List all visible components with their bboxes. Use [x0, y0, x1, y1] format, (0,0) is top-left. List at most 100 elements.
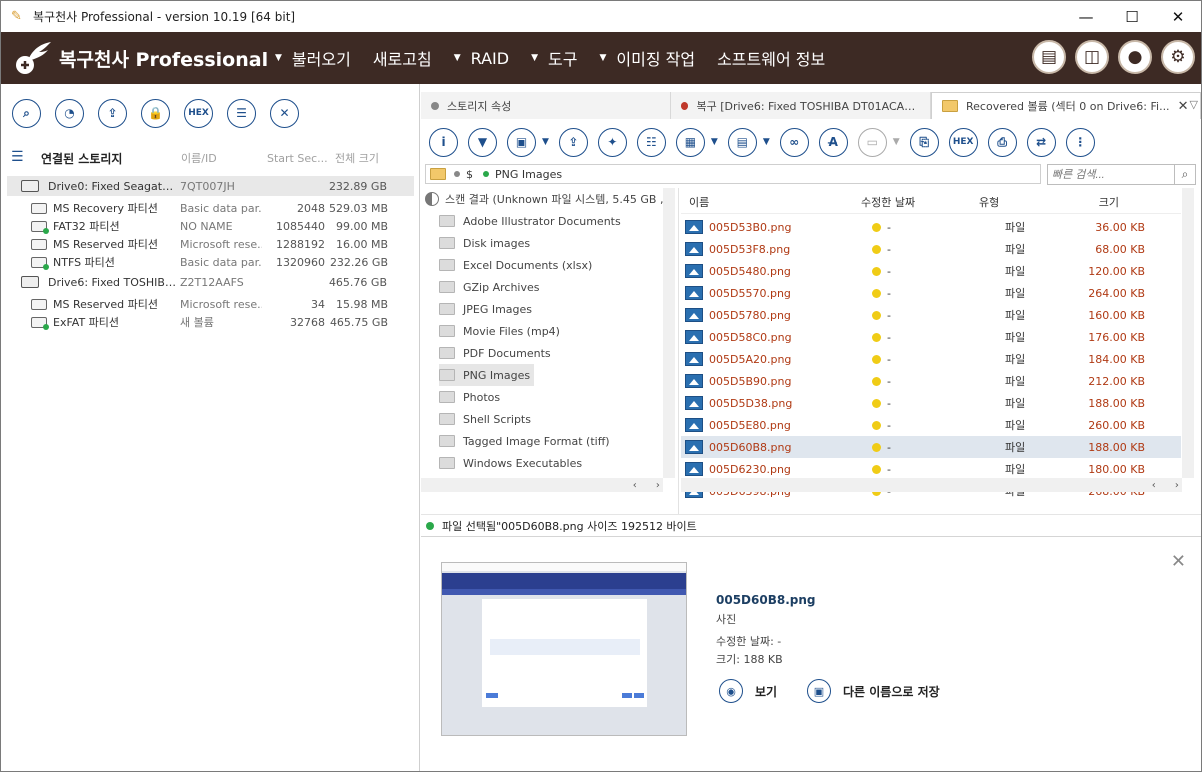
maximize-button[interactable]: ☐	[1109, 1, 1155, 32]
view-button[interactable]: ◉ 보기	[719, 679, 777, 703]
menu-item[interactable]: 소프트웨어 정보	[717, 46, 825, 70]
file-row[interactable]: 005D5A20.png - 파일 184.00 KB	[681, 348, 1181, 370]
layout-button[interactable]: ▤	[727, 127, 757, 157]
search-icon[interactable]: ⌕	[1175, 164, 1196, 185]
drive-row[interactable]: Drive0: Fixed Seagate B... 7QT007JH 232.89…	[7, 176, 414, 196]
menu-item[interactable]: ▼ 불러오기	[275, 46, 351, 70]
preview-dropdown-icon[interactable]: ▼	[893, 137, 900, 147]
license-icon[interactable]: ▤	[1032, 40, 1066, 74]
col-modified[interactable]: 수정한 날짜	[861, 194, 979, 210]
panel-icon[interactable]: ◫	[1075, 40, 1109, 74]
tab-0[interactable]: 스토리지 속성	[421, 92, 671, 119]
col-size[interactable]: 크기	[1039, 194, 1119, 210]
lock-button[interactable]: 🔒	[141, 98, 170, 128]
move-button[interactable]: ⇄	[1026, 127, 1056, 157]
file-row[interactable]: 005D5780.png - 파일 160.00 KB	[681, 304, 1181, 326]
filter-button[interactable]: ▼	[468, 127, 497, 157]
folder-hscroll[interactable]: ‹ ›	[421, 478, 663, 492]
scan-results-root[interactable]: 스캔 결과 (Unknown 파일 시스템, 5.45 GB ,	[425, 188, 663, 210]
tree-button[interactable]: ⋮	[1065, 127, 1095, 157]
preview-thumbnail[interactable]	[441, 562, 687, 736]
save-to-button[interactable]: ⇪	[558, 127, 588, 157]
folder-item[interactable]: Photos	[439, 386, 500, 408]
print-button[interactable]: ⎙	[987, 127, 1017, 157]
col-start-sector[interactable]: Start Sec...	[267, 152, 335, 165]
col-name[interactable]: 이름	[681, 194, 839, 210]
layout-dropdown-icon[interactable]: ▼	[763, 137, 770, 147]
info-button[interactable]: i	[429, 127, 458, 157]
settings-icon[interactable]: ⚙	[1161, 40, 1195, 74]
drive-row[interactable]: Drive6: Fixed TOSHIBA ... Z2T12AAFS 465.76…	[7, 272, 414, 292]
save-dropdown-icon[interactable]: ▼	[542, 137, 549, 147]
file-row[interactable]: 005D5D38.png - 파일 188.00 KB	[681, 392, 1181, 414]
close-button[interactable]: ✕	[270, 98, 299, 128]
file-row[interactable]: 005D53F8.png - 파일 68.00 KB	[681, 238, 1181, 260]
file-vscroll[interactable]	[1182, 188, 1194, 478]
folder-item[interactable]: JPEG Images	[439, 298, 532, 320]
folder-item[interactable]: Excel Documents (xlsx)	[439, 254, 592, 276]
file-row[interactable]: 005D58C0.png - 파일 176.00 KB	[681, 326, 1181, 348]
file-export-button[interactable]: ⎘	[909, 127, 939, 157]
folder-vscroll[interactable]	[663, 188, 675, 478]
text-search-button[interactable]: A̶	[818, 127, 848, 157]
folder-item[interactable]: Disk images	[439, 232, 530, 254]
tab-close-icon[interactable]: ✕	[1178, 99, 1189, 114]
menu-item[interactable]: ▼ RAID	[454, 49, 509, 68]
quick-search-input[interactable]	[1047, 164, 1175, 185]
file-row[interactable]: 005D60B8.png - 파일 188.00 KB	[681, 436, 1181, 458]
partition-row[interactable]: FAT32 파티션 NO NAME 1085440 99.00 MB	[31, 216, 411, 236]
hex-button[interactable]: HEX	[184, 98, 213, 128]
folder-item[interactable]: Shell Scripts	[439, 408, 531, 430]
file-row[interactable]: 005D6230.png - 파일 180.00 KB	[681, 458, 1181, 480]
col-name-id[interactable]: 이름/ID	[181, 150, 267, 166]
col-type[interactable]: 유형	[979, 194, 1039, 210]
file-row[interactable]: 005D5B90.png - 파일 212.00 KB	[681, 370, 1181, 392]
folder-item[interactable]: Adobe Illustrator Documents	[439, 210, 621, 232]
folder-item[interactable]: GZip Archives	[439, 276, 539, 298]
find-button[interactable]: ∞	[779, 127, 809, 157]
menu-item[interactable]: ▼ 이미징 작업	[599, 46, 695, 70]
path-root[interactable]: $	[466, 168, 473, 181]
folder-item[interactable]: Windows Executables	[439, 452, 582, 474]
tabs-dropdown-icon[interactable]: ▽	[1190, 98, 1198, 111]
preview-close-icon[interactable]: ✕	[1171, 551, 1186, 572]
search-button[interactable]: ⌕	[12, 98, 41, 128]
folder-item[interactable]: Movie Files (mp4)	[439, 320, 560, 342]
file-row[interactable]: 005D5480.png - 파일 120.00 KB	[681, 260, 1181, 282]
folder-item[interactable]: Tagged Image Format (tiff)	[439, 430, 610, 452]
partition-row[interactable]: MS Reserved 파티션 Microsoft rese... 34 15.98 …	[31, 294, 411, 314]
col-total-size[interactable]: 전체 크기	[335, 150, 379, 166]
folder-item[interactable]: PDF Documents	[439, 342, 551, 364]
folder-item[interactable]: PNG Images	[439, 364, 535, 386]
path-current[interactable]: PNG Images	[495, 168, 562, 181]
view-dropdown-icon[interactable]: ▼	[711, 137, 718, 147]
partition-row[interactable]: NTFS 파티션 Basic data par... 1320960 232.26 G…	[31, 252, 411, 272]
view-mode-button[interactable]: ▦	[675, 127, 705, 157]
file-row[interactable]: 005D53B0.png - 파일 36.00 KB	[681, 216, 1181, 238]
hex-button[interactable]: HEX	[948, 127, 978, 157]
partition-row[interactable]: MS Reserved 파티션 Microsoft rese... 1288192 1…	[31, 234, 411, 254]
user-icon[interactable]: ●	[1118, 40, 1152, 74]
folder-label: Photos	[463, 390, 501, 404]
file-list: 이름 수정한 날짜 유형 크기 005D53B0.png - 파일 36.00 KB 0…	[681, 188, 1196, 514]
tab-1[interactable]: 복구 [Drive6: Fixed TOSHIBA DT01ACA050...	[671, 92, 931, 119]
scan-button[interactable]: ⇪	[98, 98, 127, 128]
save-as-button[interactable]: ▣ 다른 이름으로 저장	[807, 679, 940, 703]
file-row[interactable]: 005D5E80.png - 파일 260.00 KB	[681, 414, 1181, 436]
file-row[interactable]: 005D5570.png - 파일 264.00 KB	[681, 282, 1181, 304]
menu-item[interactable]: ▼ 도구	[531, 46, 577, 70]
list-button[interactable]: ☰	[227, 98, 256, 128]
path-bar[interactable]: $ PNG Images	[425, 164, 1041, 184]
preview-toggle-button[interactable]: ▭	[857, 127, 887, 157]
checklist-button[interactable]: ☷	[636, 127, 666, 157]
menu-item[interactable]: 새로고침	[373, 46, 432, 70]
partition-row[interactable]: ExFAT 파티션 새 볼륨 32768 465.75 GB	[31, 312, 411, 332]
tab-2[interactable]: Recovered 볼륨 (섹터 0 on Drive6: Fi... ✕	[931, 92, 1201, 119]
close-button[interactable]: ✕	[1155, 1, 1201, 32]
minimize-button[interactable]: —	[1063, 1, 1109, 32]
magic-wand-button[interactable]: ✦	[597, 127, 627, 157]
save-button[interactable]: ▣	[507, 127, 536, 157]
file-hscroll[interactable]: ‹ ›	[681, 478, 1182, 492]
partition-row[interactable]: MS Recovery 파티션 Basic data par... 2048 529.…	[31, 198, 411, 218]
chart-button[interactable]: ◔	[55, 98, 84, 128]
